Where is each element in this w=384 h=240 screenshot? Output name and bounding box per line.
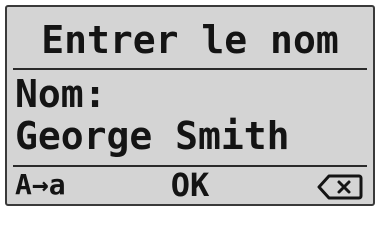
name-input[interactable]: George Smith bbox=[15, 117, 290, 155]
name-field-label: Nom: bbox=[15, 72, 107, 116]
screen-title: Entrer le nom bbox=[41, 18, 339, 62]
backspace-icon bbox=[317, 174, 363, 200]
backspace-softkey[interactable] bbox=[317, 174, 363, 200]
divider-top bbox=[13, 68, 367, 70]
lcd-screen: Entrer le nom Nom: George Smith A→a OK bbox=[5, 5, 375, 206]
